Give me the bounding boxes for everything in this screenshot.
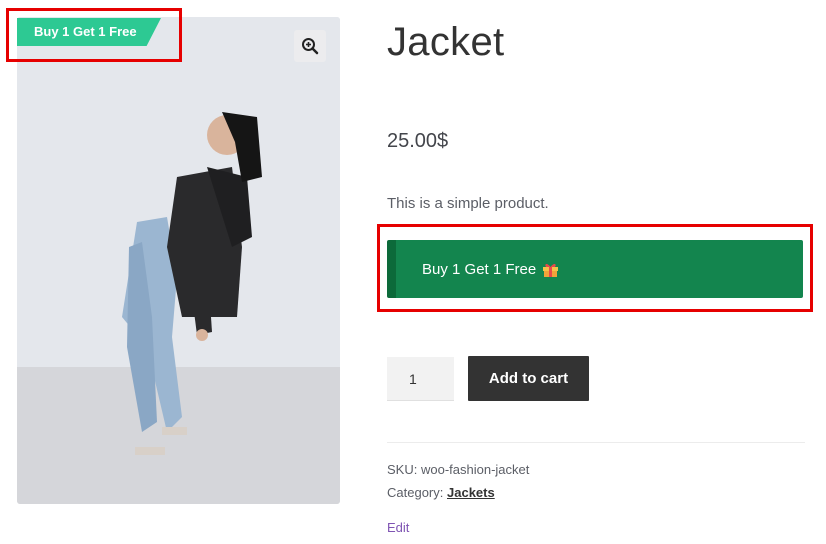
edit-link[interactable]: Edit — [387, 520, 409, 535]
zoom-button[interactable] — [294, 30, 326, 62]
meta-divider — [387, 442, 805, 443]
category-link[interactable]: Jackets — [447, 485, 495, 500]
zoom-in-icon — [302, 38, 319, 55]
category-line: Category: Jackets — [387, 485, 495, 500]
add-to-cart-button[interactable]: Add to cart — [468, 356, 589, 401]
bogo-button-label: Buy 1 Get 1 Free — [422, 260, 537, 278]
product-description: This is a simple product. — [387, 195, 549, 212]
bogo-button[interactable]: Buy 1 Get 1 Free — [387, 240, 803, 298]
product-image[interactable] — [17, 17, 340, 504]
product-photo — [17, 17, 340, 504]
badge-highlight-box — [6, 8, 182, 62]
category-label: Category: — [387, 485, 444, 500]
sku-value: woo-fashion-jacket — [420, 462, 530, 477]
product-title: Jacket — [387, 20, 505, 64]
sku-label: SKU: — [387, 462, 418, 477]
sku-line: SKU: woo-fashion-jacket — [387, 462, 529, 477]
gift-icon — [543, 263, 559, 277]
quantity-input[interactable] — [387, 357, 454, 401]
product-price: 25.00$ — [387, 130, 449, 152]
